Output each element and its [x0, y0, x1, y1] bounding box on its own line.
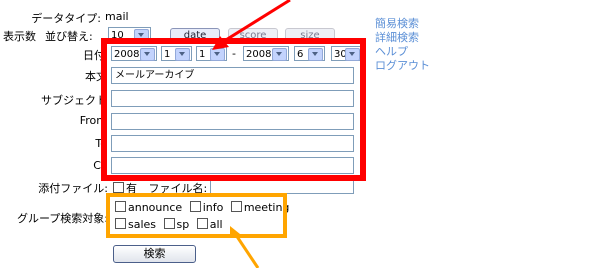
group-options-row-1: announce info meeting	[115, 201, 293, 214]
to-year-value: 2008	[246, 49, 272, 60]
announce-checkbox[interactable]	[115, 201, 126, 212]
from-year-select[interactable]: 2008	[111, 46, 157, 61]
from-input[interactable]	[111, 113, 354, 130]
cc-input[interactable]	[111, 157, 354, 174]
all-checkbox[interactable]	[196, 218, 208, 229]
logout-link[interactable]: ログアウト	[375, 57, 430, 73]
meeting-checkbox[interactable]	[230, 201, 242, 212]
group-label: グループ検索対象:	[16, 212, 108, 225]
chevron-down-icon	[175, 48, 190, 61]
display-count-select[interactable]: 10	[108, 27, 151, 42]
chevron-down-icon	[272, 48, 287, 61]
data-type-label: データタイプ:	[31, 12, 101, 25]
attachment-filename-input[interactable]	[210, 177, 354, 194]
all-label: all	[209, 218, 223, 231]
to-input[interactable]	[111, 135, 354, 152]
sales-label: sales	[128, 218, 157, 231]
sort-tab-score[interactable]: score	[228, 28, 278, 42]
to-year-select[interactable]: 2008	[243, 46, 289, 61]
from-day-select[interactable]: 1	[196, 46, 227, 61]
data-type-value: mail	[105, 10, 129, 23]
chevron-down-icon	[140, 48, 155, 61]
group-option-all[interactable]: all	[196, 218, 223, 231]
orange-arrow-line	[232, 231, 260, 268]
sort-tab-size[interactable]: size	[285, 28, 335, 42]
attachment-has-checkbox[interactable]	[113, 182, 124, 193]
info-label: info	[202, 201, 224, 214]
date-label: 日付	[83, 49, 105, 62]
sales-checkbox[interactable]	[115, 218, 126, 229]
sort-label: 並び替え:	[45, 30, 93, 43]
chevron-down-icon	[308, 48, 323, 61]
chevron-down-icon	[134, 29, 149, 42]
attachment-filename-label: ファイル名:	[148, 182, 208, 195]
from-day-value: 1	[199, 49, 206, 60]
search-button[interactable]: 検索	[113, 245, 196, 263]
from-year-value: 2008	[114, 49, 140, 60]
announce-label: announce	[128, 201, 183, 214]
to-day-select[interactable]: 30	[331, 46, 362, 61]
chevron-down-icon	[345, 48, 360, 61]
group-options-row-2: sales sp all	[115, 218, 227, 231]
subject-input[interactable]	[111, 90, 354, 107]
meeting-label: meeting	[243, 201, 290, 214]
body-input[interactable]: メールアーカイブ	[111, 67, 354, 84]
info-checkbox[interactable]	[189, 201, 201, 212]
group-option-announce[interactable]: announce	[115, 201, 182, 214]
attachment-option[interactable]: 有 ファイル名:	[113, 180, 207, 196]
group-option-meeting[interactable]: meeting	[230, 201, 290, 214]
group-option-sales[interactable]: sales	[115, 218, 156, 231]
group-option-sp[interactable]: sp	[163, 218, 190, 231]
display-count-value: 10	[111, 30, 124, 41]
from-month-value: 1	[164, 49, 171, 60]
to-month-value: 6	[297, 49, 304, 60]
sp-label: sp	[176, 218, 190, 231]
date-range-separator: -	[232, 47, 236, 60]
group-option-info[interactable]: info	[189, 201, 224, 214]
to-label: To	[95, 137, 107, 150]
sort-tab-date[interactable]: date	[170, 28, 220, 42]
body-label: 本文	[85, 70, 107, 83]
attachment-label: 添付ファイル:	[38, 182, 108, 195]
subject-label: サブジェクト	[41, 94, 107, 107]
from-month-select[interactable]: 1	[161, 46, 192, 61]
orange-arrow-head	[230, 226, 240, 238]
attachment-has-label: 有	[126, 182, 137, 195]
cc-label: Cc	[93, 159, 107, 172]
chevron-down-icon	[210, 48, 225, 61]
sp-checkbox[interactable]	[163, 218, 175, 229]
to-month-select[interactable]: 6	[294, 46, 325, 61]
from-label: From	[79, 114, 107, 127]
display-count-label: 表示数	[3, 30, 36, 43]
